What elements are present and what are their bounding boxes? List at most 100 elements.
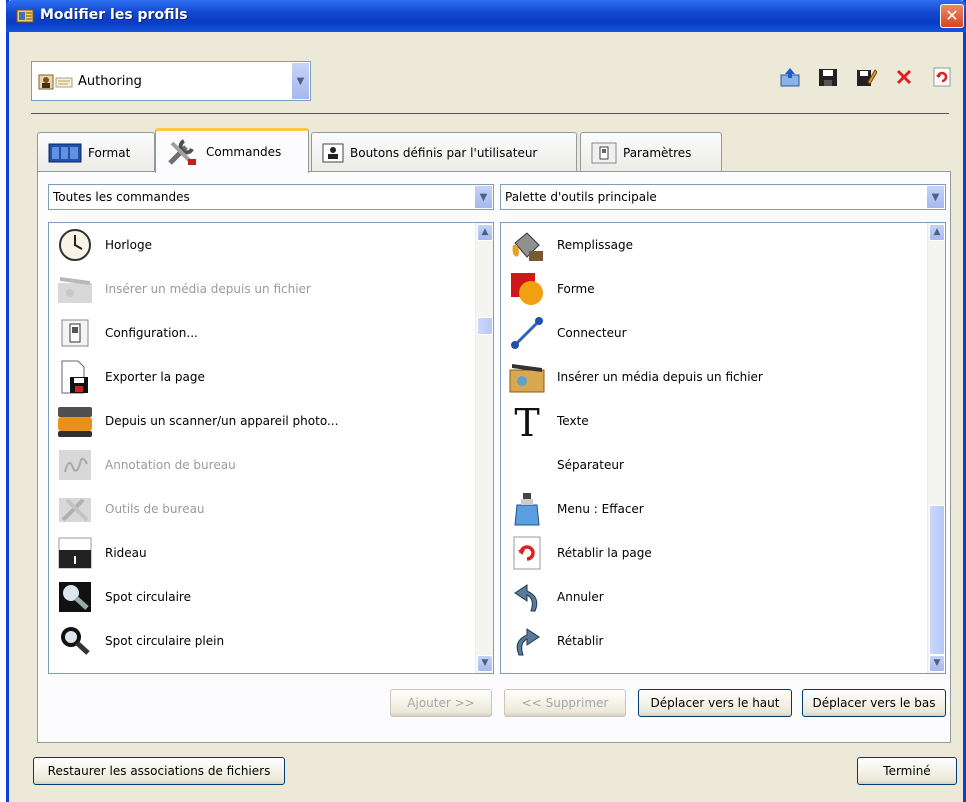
scroll-down-button[interactable]: ▼ [477, 655, 493, 672]
list-item[interactable]: T Texte [507, 401, 589, 441]
scroll-up-button[interactable]: ▲ [929, 224, 945, 241]
format-icon [48, 143, 82, 162]
chevron-down-icon[interactable]: ▼ [291, 63, 309, 99]
edit-icon[interactable] [855, 66, 878, 88]
commands-panel: Toutes les commandes ▼ Palette d'outils … [37, 171, 951, 743]
scroll-thumb[interactable] [929, 505, 945, 655]
list-item[interactable]: Forme [507, 269, 595, 309]
list-item-label: Annuler [557, 590, 604, 604]
scanner-icon [55, 401, 95, 441]
fill-icon [507, 225, 547, 265]
save-icon[interactable] [817, 66, 839, 88]
tab-format-label: Format [88, 145, 131, 160]
list-item[interactable]: Spot circulaire [55, 577, 191, 617]
remove-button[interactable]: << Supprimer [504, 689, 626, 717]
tab-parametres-label: Paramètres [623, 145, 692, 160]
command-category-value: Toutes les commandes [53, 190, 190, 204]
config-icon [55, 313, 95, 353]
chevron-down-icon[interactable]: ▼ [474, 186, 492, 208]
header-divider [31, 113, 949, 114]
available-commands-list[interactable]: Horloge Insérer un média depuis un fichi… [48, 222, 494, 674]
list-item[interactable]: Depuis un scanner/un appareil photo... [55, 401, 338, 441]
connector-icon [507, 313, 547, 353]
list-item[interactable]: Rétablir [507, 621, 603, 661]
list-item[interactable]: Horloge [55, 225, 152, 265]
list-item-label: Rétablir la page [557, 546, 652, 560]
list-item[interactable]: Remplissage [507, 225, 633, 265]
command-category-select[interactable]: Toutes les commandes ▼ [48, 184, 494, 210]
scroll-up-button[interactable]: ▲ [477, 224, 493, 241]
text-icon: T [507, 401, 547, 441]
list-item[interactable]: Insérer un média depuis un fichier [507, 357, 763, 397]
undo-icon [507, 577, 547, 617]
restore-associations-button[interactable]: Restaurer les associations de fichiers [33, 757, 285, 785]
profile-toolbar [779, 66, 953, 88]
eraser-icon [507, 489, 547, 529]
list-item-label: Horloge [105, 238, 152, 252]
reset-icon[interactable] [931, 66, 953, 88]
tab-user-buttons[interactable]: Boutons définis par l'utilisateur [311, 132, 577, 172]
spotlight-icon [55, 577, 95, 617]
settings-icon [591, 142, 617, 163]
desktop-tools-icon [55, 489, 95, 529]
profiles-dialog: Modifier les profils ✕ Authoring ▼ Forma… [6, 0, 966, 802]
move-down-button[interactable]: Déplacer vers le bas [802, 689, 946, 717]
import-icon[interactable] [779, 66, 801, 88]
app-icon [16, 9, 34, 23]
list-item[interactable]: Rétablir la page [507, 533, 652, 573]
toolbar-commands-list[interactable]: Remplissage Forme Connecteur Insérer un … [500, 222, 946, 674]
list-item-label: Depuis un scanner/un appareil photo... [105, 414, 339, 428]
list-item: Outils de bureau [55, 489, 205, 529]
toolbar-select[interactable]: Palette d'outils principale ▼ [500, 184, 946, 210]
shape-icon [507, 269, 547, 309]
move-up-button[interactable]: Déplacer vers le haut [638, 689, 792, 717]
tab-commandes-label: Commandes [206, 145, 282, 159]
scroll-thumb[interactable] [477, 317, 493, 335]
list-item-label: Remplissage [557, 238, 634, 252]
tab-format[interactable]: Format [37, 132, 155, 172]
list-item[interactable]: Rideau [55, 533, 147, 573]
list-item-label: Annotation de bureau [105, 458, 236, 472]
list-item-label: Rideau [105, 546, 147, 560]
list-item[interactable]: Séparateur [507, 445, 624, 485]
list-item[interactable]: Connecteur [507, 313, 627, 353]
add-button[interactable]: Ajouter >> [390, 689, 492, 717]
list-item-label: Spot circulaire [105, 590, 191, 604]
list-item-label: Rétablir [557, 634, 604, 648]
list-item-label: Exporter la page [105, 370, 205, 384]
clock-icon [55, 225, 95, 265]
list-item-label: Menu : Effacer [557, 502, 644, 516]
curtain-icon [55, 533, 95, 573]
close-button[interactable]: ✕ [940, 4, 964, 28]
done-button[interactable]: Terminé [857, 757, 957, 785]
spotlight-full-icon [55, 621, 95, 661]
list-item-label: Insérer un média depuis un fichier [105, 282, 311, 296]
media-icon [507, 357, 547, 397]
tab-user-buttons-label: Boutons définis par l'utilisateur [350, 145, 538, 160]
left-scrollbar[interactable]: ▲ ▼ [475, 223, 493, 673]
reset-page-icon [507, 533, 547, 573]
right-scrollbar[interactable]: ▲ ▼ [927, 223, 945, 673]
chevron-down-icon[interactable]: ▼ [926, 186, 944, 208]
media-icon [55, 269, 95, 309]
list-item[interactable]: Menu : Effacer [507, 489, 644, 529]
list-item-label: Outils de bureau [105, 502, 205, 516]
list-item: Annotation de bureau [55, 445, 236, 485]
profile-dropdown[interactable]: Authoring ▼ [31, 61, 311, 101]
tab-parametres[interactable]: Paramètres [580, 132, 722, 172]
list-item[interactable]: Configuration... [55, 313, 198, 353]
profile-icon [38, 74, 73, 90]
delete-icon[interactable] [893, 66, 915, 88]
list-item[interactable]: Exporter la page [55, 357, 205, 397]
window-title: Modifier les profils [40, 7, 188, 23]
tab-commandes[interactable]: Commandes [155, 128, 309, 173]
scroll-down-button[interactable]: ▼ [929, 655, 945, 672]
list-item[interactable]: Annuler [507, 577, 604, 617]
toolbar-value: Palette d'outils principale [505, 190, 657, 204]
export-page-icon [55, 357, 95, 397]
list-item-label: Configuration... [105, 326, 198, 340]
list-item-label: Connecteur [557, 326, 627, 340]
list-item-label: Insérer un média depuis un fichier [557, 370, 763, 384]
list-item-label: Texte [557, 414, 589, 428]
list-item[interactable]: Spot circulaire plein [55, 621, 224, 661]
